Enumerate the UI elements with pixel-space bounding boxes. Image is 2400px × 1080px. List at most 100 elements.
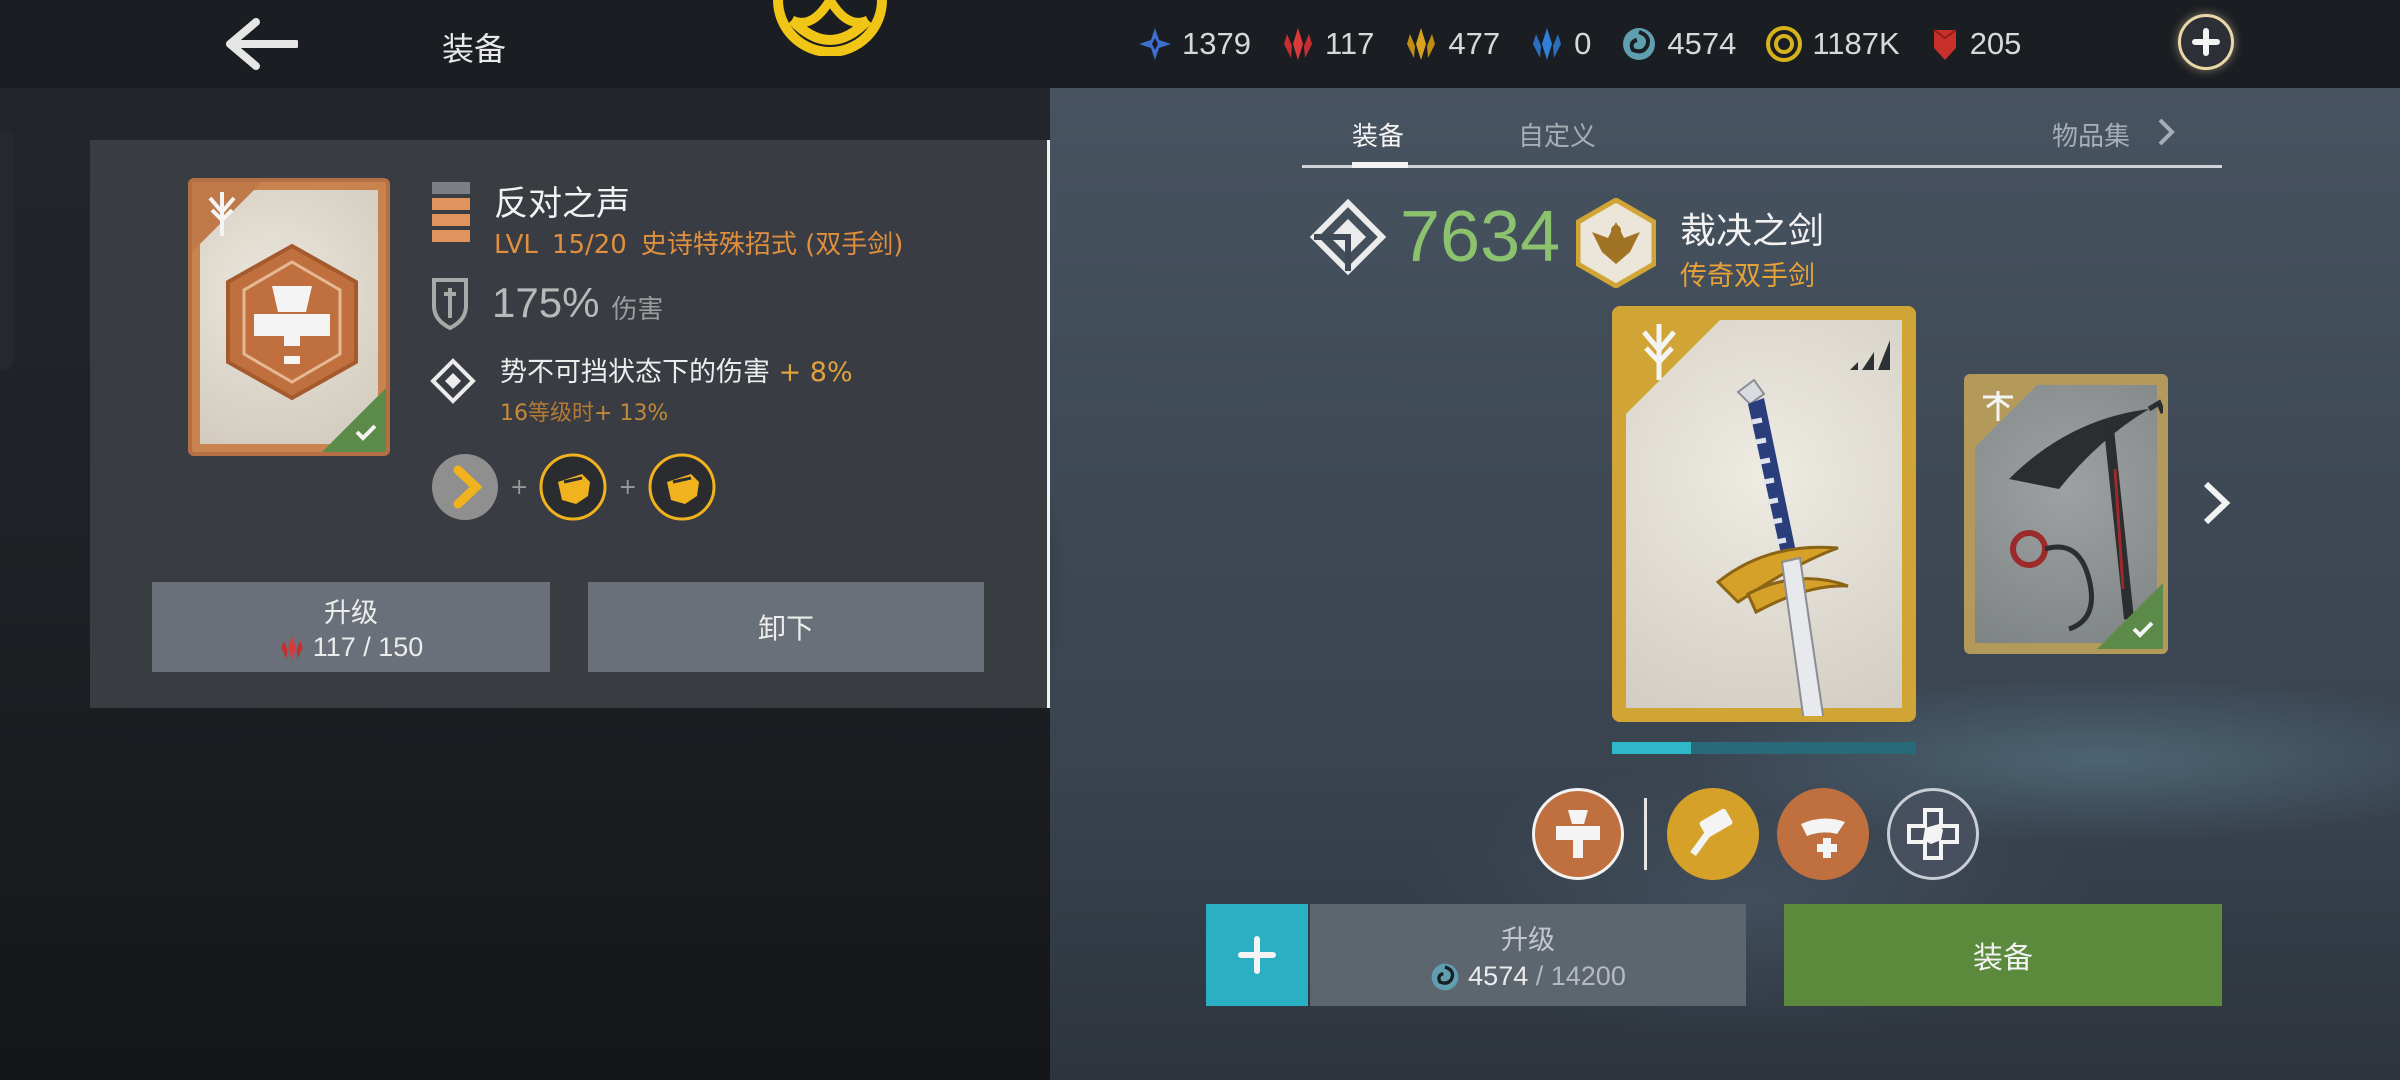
- currency-value: 477: [1448, 26, 1501, 61]
- item-name: 裁决之剑: [1680, 211, 1825, 252]
- blue-star-icon: [1139, 28, 1171, 60]
- currency-red-gem[interactable]: 205: [1930, 26, 2021, 62]
- gear-score: 7634: [1310, 196, 1560, 278]
- damage-stat: 175% 伤害: [430, 276, 663, 330]
- tab-collection[interactable]: 物品集: [2052, 116, 2130, 153]
- currency-steel-star[interactable]: 1379: [1138, 26, 1251, 62]
- active-tab-indicator: [1352, 162, 1408, 168]
- add-upgrade-button[interactable]: [1206, 904, 1308, 1006]
- fist-input-icon: [648, 453, 716, 521]
- page-title: 装备: [442, 30, 507, 68]
- chevron-right-icon[interactable]: [2156, 116, 2176, 148]
- legendary-eagle-icon: [1576, 198, 1656, 288]
- fist-input-icon: [539, 453, 607, 521]
- skill-category: 史诗特殊招式 (双手剑): [640, 230, 904, 260]
- currency-value: 1187K: [1812, 26, 1900, 61]
- equipped-check: [322, 388, 386, 452]
- weapon-card-alternate[interactable]: [1964, 374, 2168, 654]
- skill-card[interactable]: [188, 178, 390, 456]
- unequip-button[interactable]: 卸下: [588, 582, 984, 672]
- fist-cross-skill-icon[interactable]: [1887, 788, 1979, 880]
- faction-crest-icon: [208, 192, 236, 236]
- upgrade-max: 14200: [1550, 961, 1626, 991]
- combo-inputs: + +: [430, 452, 717, 522]
- plus-icon: [1238, 936, 1276, 974]
- back-arrow-icon: [226, 18, 298, 70]
- shield-sword-icon: [432, 278, 468, 330]
- equip-button[interactable]: 装备: [1784, 904, 2222, 1006]
- panel-divider: [1047, 140, 1050, 708]
- red-gem-icon: [1933, 29, 1957, 60]
- currency-value: 4574: [1667, 26, 1737, 61]
- upgrade-progress-bar: [1612, 742, 1916, 754]
- currency-value: 1379: [1182, 26, 1251, 61]
- tabs-underline: [1302, 165, 2222, 168]
- skill-level-bars: [432, 182, 470, 246]
- perk-row: 势不可挡状态下的伤害 + 8% 16等级时+ 13%: [430, 350, 853, 427]
- upgrade-label: 升级: [324, 598, 378, 629]
- blue-crystal-icon: [1533, 28, 1562, 60]
- coin-icon: [1766, 26, 1803, 62]
- currency-steel[interactable]: 4574: [1621, 26, 1736, 62]
- gold-crystal-icon: [1407, 28, 1436, 60]
- item-upgrade-button[interactable]: 升级 4574 / 14200: [1310, 904, 1746, 1006]
- currency-gold-crystal[interactable]: 477: [1404, 26, 1500, 62]
- checkmark-icon: [355, 424, 377, 441]
- red-crystal-icon: [1283, 28, 1312, 60]
- checkmark-icon: [2132, 621, 2154, 638]
- hand-heal-icon: [1801, 818, 1845, 858]
- skill-name: 反对之声: [494, 184, 630, 224]
- gear-score-icon: [1310, 199, 1386, 275]
- add-currency-button[interactable]: [2178, 14, 2234, 70]
- perk-sub-level: 16: [500, 401, 528, 426]
- diamond-perk-icon: [430, 358, 476, 404]
- red-crystal-icon: [280, 635, 303, 660]
- damage-percent: 175%: [492, 279, 600, 326]
- currency-blue-crystal[interactable]: 0: [1530, 26, 1591, 62]
- signal-strength-icon: [1850, 340, 1890, 370]
- swirl-steel-icon: [1431, 963, 1459, 990]
- mallet-skill-icon[interactable]: [1667, 788, 1759, 880]
- skill-subtitle: LVL 15/20 史诗特殊招式 (双手剑): [494, 224, 917, 261]
- currency-red-crystal[interactable]: 117: [1281, 26, 1374, 62]
- left-edge-tab[interactable]: [0, 130, 14, 370]
- upgrade-cost-value: 117 / 150: [312, 632, 424, 662]
- hammer-skill-icon[interactable]: [1532, 788, 1624, 880]
- currency-value: 0: [1574, 26, 1592, 61]
- back-button[interactable]: [222, 14, 302, 74]
- heal-skill-icon[interactable]: [1777, 788, 1869, 880]
- skill-level: 15/20: [551, 230, 627, 260]
- hammer-icon: [1556, 810, 1600, 858]
- faction-logo-icon: [773, 0, 887, 56]
- currency-coins[interactable]: 1187K: [1766, 26, 1900, 62]
- upgrade-current: 4574: [1468, 961, 1529, 991]
- level-prefix: LVL: [494, 230, 538, 260]
- damage-label: 伤害: [611, 294, 664, 325]
- item-type: 传奇双手剑: [1680, 261, 1815, 292]
- hammer-emblem-icon: [226, 243, 358, 401]
- perk-bonus: + 8%: [778, 357, 853, 388]
- weapon-card-selected[interactable]: [1612, 306, 1916, 722]
- perk-sub-bonus: + 13%: [594, 401, 669, 426]
- combo-plus: +: [618, 474, 637, 500]
- equipment-tabs: 装备 自定义 物品集: [1302, 104, 2222, 168]
- gear-score-value: 7634: [1400, 197, 1561, 277]
- top-bar: 装备 1379 117 477 0 4574 1187K 205: [0, 0, 2400, 88]
- currency-bar: 1379 117 477 0 4574 1187K 205: [1138, 22, 2051, 66]
- faction-crest-icon: [1642, 324, 1676, 380]
- plus-icon: [2192, 28, 2220, 56]
- equipped-check: [2097, 583, 2163, 649]
- tab-equip[interactable]: 装备: [1352, 116, 1404, 153]
- skill-upgrade-button[interactable]: 升级 117 / 150: [152, 582, 550, 672]
- upgrade-cost: 117 / 150: [279, 632, 424, 663]
- upgrade-label: 升级: [1501, 925, 1555, 956]
- perk-description: 势不可挡状态下的伤害 + 8%: [500, 350, 853, 389]
- mallet-icon: [1690, 808, 1733, 857]
- perk-sub-text: 等级时: [528, 401, 595, 426]
- tab-customize[interactable]: 自定义: [1518, 116, 1596, 153]
- perk-upgrade-note: 16等级时+ 13%: [500, 395, 853, 427]
- next-item-chevron-icon[interactable]: [2196, 478, 2236, 528]
- skill-detail-panel: 反对之声 LVL 15/20 史诗特殊招式 (双手剑) 175% 伤害 势不可挡状态…: [90, 140, 1050, 708]
- upgrade-progress-fill: [1612, 742, 1692, 754]
- combo-plus: +: [510, 474, 529, 500]
